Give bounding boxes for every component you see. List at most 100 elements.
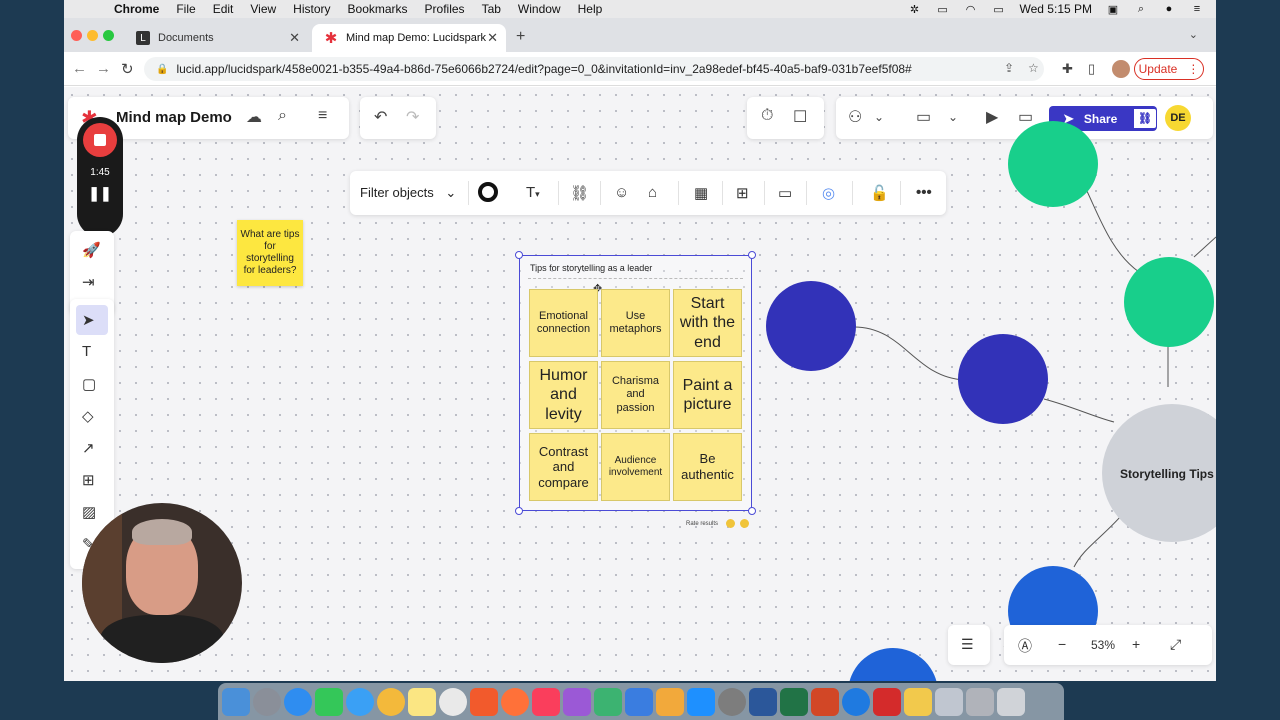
- slack-icon[interactable]: [904, 687, 932, 716]
- messages-icon[interactable]: [346, 687, 374, 716]
- pages-icon[interactable]: [656, 687, 684, 716]
- thumbs-up-icon[interactable]: [725, 519, 735, 528]
- list-icon[interactable]: ☰: [961, 636, 974, 653]
- powerpoint-icon[interactable]: [811, 687, 839, 716]
- control-center-icon[interactable]: ≡: [1190, 3, 1204, 15]
- numbers-icon[interactable]: [594, 687, 622, 716]
- tab-documents[interactable]: L Documents ✕: [124, 24, 308, 52]
- address-bar[interactable]: 🔒 lucid.app/lucidspark/458e0021-b355-49a…: [144, 57, 1044, 81]
- music-icon[interactable]: [532, 687, 560, 716]
- menu-clock[interactable]: Wed 5:15 PM: [1020, 2, 1092, 16]
- reload-icon[interactable]: ↻: [121, 60, 134, 78]
- container-title[interactable]: Tips for storytelling as a leader: [530, 263, 652, 273]
- menu-bookmarks[interactable]: Bookmarks: [348, 2, 408, 16]
- fullscreen-icon[interactable]: ⤢: [1170, 636, 1181, 653]
- close-window-button[interactable]: [71, 30, 82, 41]
- menu-view[interactable]: View: [250, 2, 276, 16]
- thumbs-down-icon[interactable]: [740, 519, 750, 528]
- macos-menu-bar: Chrome File Edit View History Bookmarks …: [64, 0, 1216, 18]
- siri-icon[interactable]: ●: [1162, 3, 1176, 15]
- lock-icon[interactable]: 🔒: [156, 64, 168, 75]
- display-icon[interactable]: ▭: [936, 3, 950, 16]
- photos-icon[interactable]: [377, 687, 405, 716]
- word-icon[interactable]: [749, 687, 777, 716]
- menu-help[interactable]: Help: [578, 2, 603, 16]
- outline-panel: ☰: [948, 625, 990, 665]
- system-preferences-icon[interactable]: [718, 687, 746, 716]
- profile-avatar[interactable]: [1112, 60, 1130, 78]
- sticky-note[interactable]: Humor and levity: [529, 361, 598, 429]
- resize-handle[interactable]: [515, 251, 523, 259]
- firefox-icon[interactable]: [501, 687, 529, 716]
- update-button[interactable]: Update ⋮: [1134, 58, 1204, 80]
- zoom-level[interactable]: 53%: [1091, 638, 1115, 652]
- menu-edit[interactable]: Edit: [213, 2, 234, 16]
- zoom-in-icon[interactable]: +: [1132, 636, 1140, 652]
- browser-toolbar: ← → ↻ 🔒 lucid.app/lucidspark/458e0021-b3…: [64, 52, 1216, 86]
- kebab-menu-icon: ⋮: [1187, 62, 1200, 76]
- sticky-note[interactable]: Paint a picture: [673, 361, 742, 429]
- spotlight-search-icon[interactable]: ⌕: [1134, 3, 1148, 15]
- battery-icon[interactable]: ▭: [992, 3, 1006, 16]
- safari-icon[interactable]: [284, 687, 312, 716]
- wifi-icon[interactable]: ◠: [964, 3, 978, 16]
- window-icon[interactable]: ▣: [1106, 3, 1120, 16]
- close-tab-icon[interactable]: ✕: [289, 30, 300, 46]
- sticky-note[interactable]: Audience involvement: [601, 433, 670, 501]
- mind-map-node-navy[interactable]: [958, 334, 1048, 424]
- launchpad-icon[interactable]: [253, 687, 281, 716]
- share-page-icon[interactable]: ⇪: [1004, 61, 1014, 75]
- menu-tab[interactable]: Tab: [482, 2, 501, 16]
- back-icon[interactable]: ←: [72, 60, 87, 77]
- finder-icon[interactable]: [222, 687, 250, 716]
- sticky-note[interactable]: Emotional connection: [529, 289, 598, 357]
- menu-file[interactable]: File: [176, 2, 195, 16]
- brave-icon[interactable]: [470, 687, 498, 716]
- edge-icon[interactable]: [842, 687, 870, 716]
- menu-history[interactable]: History: [293, 2, 330, 16]
- menu-window[interactable]: Window: [518, 2, 561, 16]
- rate-label: Rate results: [686, 521, 719, 528]
- tab-mind-map-demo[interactable]: ✱ Mind map Demo: Lucidspark ✕: [312, 24, 506, 52]
- notes-icon[interactable]: [408, 687, 436, 716]
- central-node-label[interactable]: Storytelling Tips: [1120, 467, 1214, 481]
- bookmark-star-icon[interactable]: ☆: [1028, 61, 1039, 75]
- downloads-folder-icon[interactable]: [966, 687, 994, 716]
- sticky-note[interactable]: Be authentic: [673, 433, 742, 501]
- update-label: Update: [1138, 62, 1178, 76]
- close-tab-icon[interactable]: ✕: [487, 30, 498, 46]
- sticky-note[interactable]: Contrast and compare: [529, 433, 598, 501]
- chrome-icon[interactable]: [439, 687, 467, 716]
- tab-search-chevron-icon[interactable]: ⌄: [1189, 28, 1198, 41]
- app-store-icon[interactable]: [687, 687, 715, 716]
- zoom-out-icon[interactable]: −: [1058, 636, 1066, 652]
- sticky-note[interactable]: Use metaphors: [601, 289, 670, 357]
- minimize-window-button[interactable]: [87, 30, 98, 41]
- resize-handle[interactable]: [748, 251, 756, 259]
- trash-icon[interactable]: [997, 687, 1025, 716]
- mind-map-node-green[interactable]: [1008, 121, 1098, 207]
- zoom-window-button[interactable]: [103, 30, 114, 41]
- extensions-puzzle-icon[interactable]: ✚: [1062, 61, 1073, 77]
- side-panel-icon[interactable]: ▯: [1088, 61, 1095, 77]
- navigate-icon[interactable]: Ⓐ: [1018, 636, 1032, 656]
- menu-profiles[interactable]: Profiles: [425, 2, 465, 16]
- resize-handle[interactable]: [748, 507, 756, 515]
- keynote-icon[interactable]: [625, 687, 653, 716]
- forward-icon[interactable]: →: [96, 60, 111, 77]
- menu-app-name[interactable]: Chrome: [114, 2, 159, 16]
- resize-handle[interactable]: [515, 507, 523, 515]
- gear-status-icon[interactable]: ✲: [908, 3, 922, 16]
- preview-icon[interactable]: [935, 687, 963, 716]
- sticky-note[interactable]: Charisma and passion: [601, 361, 670, 429]
- rate-results-label[interactable]: Rate results: [686, 519, 750, 528]
- mind-map-node-green[interactable]: [1124, 257, 1214, 347]
- mind-map-node-navy[interactable]: [766, 281, 856, 371]
- zoom-controls: Ⓐ − 53% + ⤢: [1004, 625, 1212, 665]
- new-tab-icon[interactable]: +: [516, 28, 525, 46]
- acrobat-icon[interactable]: [873, 687, 901, 716]
- podcasts-icon[interactable]: [563, 687, 591, 716]
- sticky-note[interactable]: Start with the end: [673, 289, 742, 357]
- facetime-icon[interactable]: [315, 687, 343, 716]
- excel-icon[interactable]: [780, 687, 808, 716]
